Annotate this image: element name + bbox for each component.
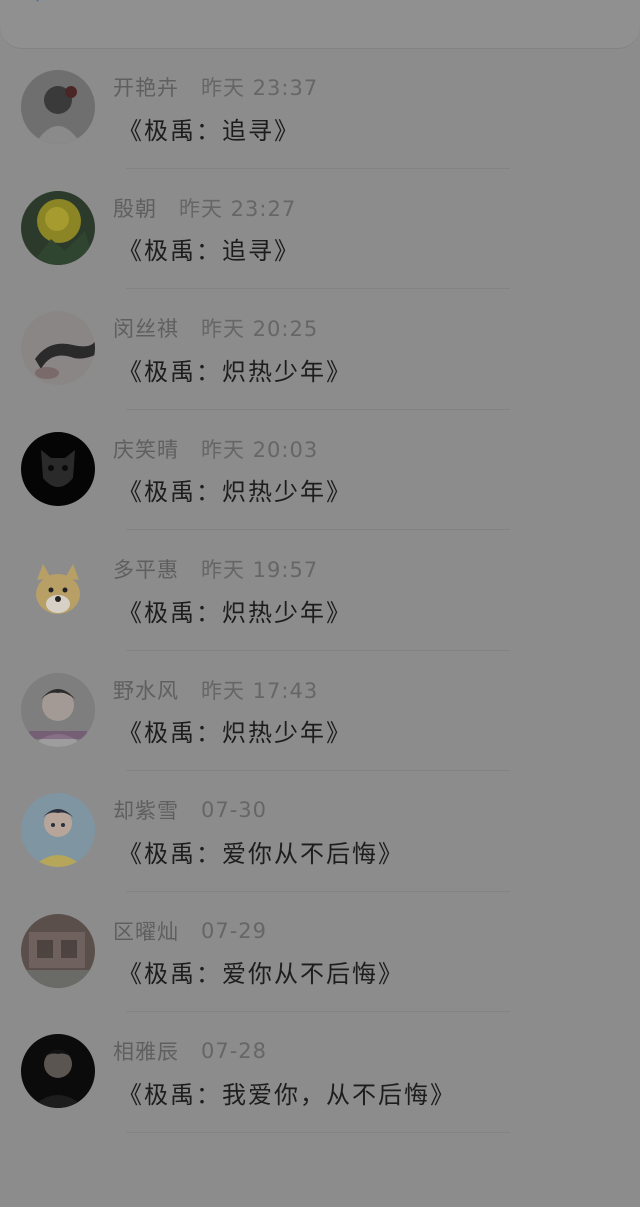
chevron-left-icon: ‹ (29, 0, 41, 10)
message-time: 昨天 23:27 (179, 196, 297, 221)
list-item[interactable]: 多平惠 昨天 19:57 《极禹：炽热少年》 (0, 530, 640, 651)
sender-name: 闵丝祺 (113, 317, 179, 341)
avatar[interactable] (21, 1034, 95, 1108)
avatar[interactable] (21, 793, 95, 867)
avatar[interactable] (21, 311, 95, 385)
message-preview: 《极禹：炽热少年》 (118, 357, 352, 386)
list-item[interactable]: 殷朝 昨天 23:27 《极禹：追寻》 (0, 169, 640, 289)
avatar[interactable] (21, 672, 95, 747)
avatar[interactable] (21, 190, 95, 265)
message-time: 昨天 17:43 (201, 678, 319, 703)
sender-name: 开艳卉 (113, 76, 179, 100)
message-time: 昨天 19:57 (201, 558, 319, 582)
avatar[interactable] (21, 913, 95, 988)
message-time: 07-28 (201, 1039, 268, 1063)
message-preview: 《极禹：炽热少年》 (118, 598, 352, 627)
message-time: 昨天 20:03 (201, 437, 319, 462)
message-meta: 开艳卉 昨天 23:37 (113, 74, 318, 100)
avatar[interactable] (21, 431, 95, 506)
message-meta: 野水风 昨天 17:43 (113, 677, 318, 703)
list-item[interactable]: 却紫雪 07-30 《极禹：爱你从不后悔》 (0, 771, 640, 892)
message-time: 昨天 23:37 (201, 76, 319, 100)
message-meta: 殷朝 昨天 23:27 (113, 195, 296, 221)
back-button[interactable]: ‹ (22, 0, 48, 12)
message-preview: 《极禹：炽热少年》 (118, 478, 352, 506)
message-list: 开艳卉 昨天 23:37 《极禹：追寻》 殷朝 昨天 23:27 《极禹：追寻》 (0, 48, 640, 1133)
message-preview: 《极禹：炽热少年》 (118, 719, 352, 747)
sender-name: 区曜灿 (113, 919, 179, 944)
message-preview: 《极禹：追寻》 (118, 116, 300, 145)
message-time: 昨天 20:25 (201, 317, 319, 341)
list-item[interactable]: 开艳卉 昨天 23:37 《极禹：追寻》 (0, 48, 640, 169)
avatar[interactable] (21, 70, 95, 144)
avatar[interactable] (21, 552, 95, 626)
message-preview: 《极禹：爱你从不后悔》 (118, 839, 404, 868)
message-preview: 《极禹：我爱你，从不后悔》 (118, 1080, 456, 1109)
message-meta: 闵丝祺 昨天 20:25 (113, 315, 318, 341)
message-meta: 庆笑晴 昨天 20:03 (113, 436, 318, 462)
sender-name: 多平惠 (113, 558, 179, 582)
sender-name: 庆笑晴 (113, 437, 179, 462)
list-item[interactable]: 庆笑晴 昨天 20:03 《极禹：炽热少年》 (0, 410, 640, 530)
sender-name: 殷朝 (113, 196, 157, 221)
sender-name: 却紫雪 (113, 799, 179, 823)
message-preview: 《极禹：追寻》 (118, 237, 300, 265)
sender-name: 野水风 (113, 678, 179, 703)
sender-name: 相雅辰 (113, 1040, 179, 1064)
list-item[interactable]: 野水风 昨天 17:43 《极禹：炽热少年》 (0, 651, 640, 771)
message-meta: 相雅辰 07-28 (113, 1038, 267, 1064)
message-meta: 区曜灿 07-29 (113, 918, 267, 944)
message-meta: 却紫雪 07-30 (113, 797, 267, 823)
message-meta: 多平惠 昨天 19:57 (113, 556, 318, 582)
list-item[interactable]: 相雅辰 07-28 《极禹：我爱你，从不后悔》 (0, 1012, 640, 1133)
message-preview: 《极禹：爱你从不后悔》 (118, 960, 404, 988)
message-time: 07-29 (201, 918, 268, 943)
top-bar: ‹ (0, 0, 640, 48)
divider (126, 1131, 510, 1133)
list-item[interactable]: 区曜灿 07-29 《极禹：爱你从不后悔》 (0, 892, 640, 1012)
message-time: 07-30 (201, 798, 268, 822)
list-item[interactable]: 闵丝祺 昨天 20:25 《极禹：炽热少年》 (0, 289, 640, 410)
